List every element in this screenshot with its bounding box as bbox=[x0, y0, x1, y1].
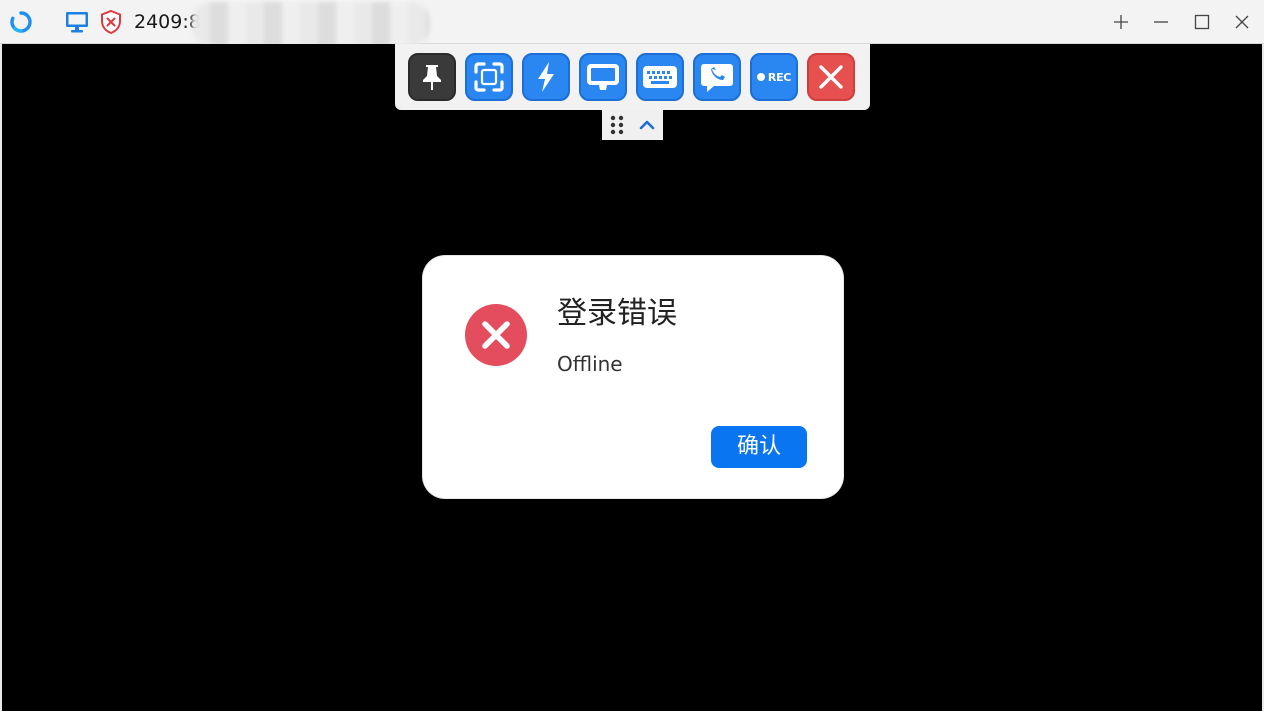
fullscreen-button[interactable] bbox=[465, 53, 513, 101]
toolbar-handle bbox=[602, 110, 663, 140]
title-bar: 2409:8 bbox=[0, 0, 1264, 46]
record-label: REC bbox=[767, 70, 792, 84]
plus-icon bbox=[1114, 15, 1128, 29]
chat-call-icon bbox=[701, 64, 733, 92]
shield-error-icon[interactable] bbox=[98, 9, 124, 35]
keyboard-icon bbox=[643, 66, 677, 88]
minimize-icon bbox=[1154, 21, 1168, 23]
minimize-button[interactable] bbox=[1147, 8, 1175, 36]
keyboard-button[interactable] bbox=[636, 53, 684, 101]
app-logo-icon bbox=[10, 11, 32, 33]
new-tab-button[interactable] bbox=[1107, 8, 1135, 36]
record-icon bbox=[756, 73, 765, 81]
error-dialog: 登录错误 Offline 确认 bbox=[423, 256, 843, 498]
display-icon bbox=[587, 64, 619, 90]
close-icon bbox=[1235, 15, 1249, 29]
remote-toolbar: REC bbox=[395, 44, 870, 110]
confirm-button[interactable]: 确认 bbox=[711, 426, 807, 468]
record-button[interactable]: REC bbox=[750, 53, 798, 101]
fullscreen-icon bbox=[474, 62, 504, 92]
drag-grip-icon[interactable] bbox=[610, 115, 624, 135]
dialog-title: 登录错误 bbox=[557, 296, 677, 331]
disconnect-button[interactable] bbox=[807, 53, 855, 101]
maximize-icon bbox=[1194, 14, 1210, 30]
display-button[interactable] bbox=[579, 53, 627, 101]
monitor-icon[interactable] bbox=[64, 10, 90, 34]
dialog-message: Offline bbox=[557, 352, 623, 376]
redacted-address bbox=[192, 2, 430, 46]
quick-action-button[interactable] bbox=[522, 53, 570, 101]
chat-call-button[interactable] bbox=[693, 53, 741, 101]
pin-toolbar-button[interactable] bbox=[408, 53, 456, 101]
close-window-button[interactable] bbox=[1228, 8, 1256, 36]
close-icon bbox=[819, 65, 843, 89]
address-text: 2409:8 bbox=[134, 11, 201, 33]
pin-icon bbox=[423, 65, 441, 90]
chevron-up-icon[interactable] bbox=[639, 119, 655, 131]
lightning-icon bbox=[538, 62, 554, 92]
error-icon bbox=[465, 304, 527, 366]
maximize-button[interactable] bbox=[1188, 8, 1216, 36]
